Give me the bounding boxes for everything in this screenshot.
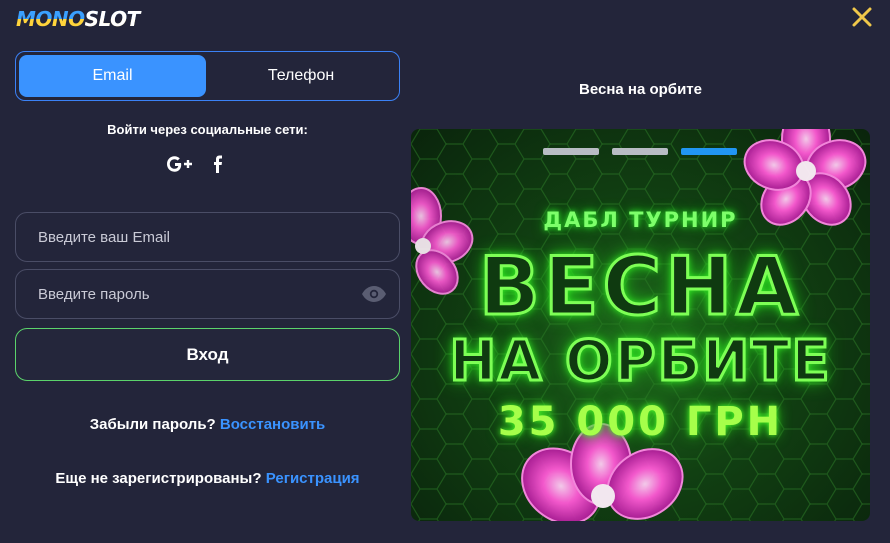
- restore-password-link[interactable]: Восстановить: [220, 416, 325, 433]
- password-field: [15, 269, 400, 319]
- tab-phone[interactable]: Телефон: [206, 55, 396, 97]
- logo-text-mono: MONO: [16, 7, 85, 31]
- email-field: [15, 212, 400, 262]
- banner-headline-line1: ВЕСНА: [477, 240, 803, 333]
- close-icon: [852, 7, 872, 27]
- social-login-title: Войти через социальные сети:: [107, 122, 308, 137]
- banner-subtitle: ДАБЛ ТУРНИР: [543, 208, 738, 232]
- forgot-password-row: Забыли пароль? Восстановить: [15, 416, 400, 433]
- social-login-buttons: [166, 152, 224, 176]
- not-registered-text: Еще не зарегистрированы?: [55, 470, 262, 487]
- banner-headline-line2: НА ОРБИТЕ: [448, 329, 832, 394]
- logo-text-slot: SLOT: [84, 7, 141, 31]
- eye-icon[interactable]: [361, 284, 387, 304]
- login-button[interactable]: Вход: [15, 328, 400, 381]
- forgot-password-text: Забыли пароль?: [89, 416, 216, 433]
- banner-prize: 35 000 ГРН: [497, 399, 784, 445]
- close-button[interactable]: [851, 6, 873, 28]
- email-input[interactable]: [16, 213, 399, 261]
- google-plus-icon[interactable]: [166, 154, 194, 174]
- slider-dot-3[interactable]: [681, 148, 737, 155]
- slider-dot-2[interactable]: [612, 148, 668, 155]
- promo-banner[interactable]: ДАБЛ ТУРНИР ВЕСНА НА ОРБИТЕ 35 000 ГРН: [411, 129, 870, 521]
- promo-title: Весна на орбите: [579, 81, 702, 98]
- facebook-icon[interactable]: [212, 154, 224, 174]
- slider-indicators: [543, 148, 737, 155]
- password-input[interactable]: [16, 270, 399, 318]
- register-row: Еще не зарегистрированы? Регистрация: [15, 470, 400, 487]
- slider-dot-1[interactable]: [543, 148, 599, 155]
- tab-email[interactable]: Email: [19, 55, 206, 97]
- login-method-tabs: Email Телефон: [15, 51, 400, 101]
- register-link[interactable]: Регистрация: [266, 470, 360, 487]
- monoslot-logo[interactable]: MONOSLOT: [16, 7, 141, 31]
